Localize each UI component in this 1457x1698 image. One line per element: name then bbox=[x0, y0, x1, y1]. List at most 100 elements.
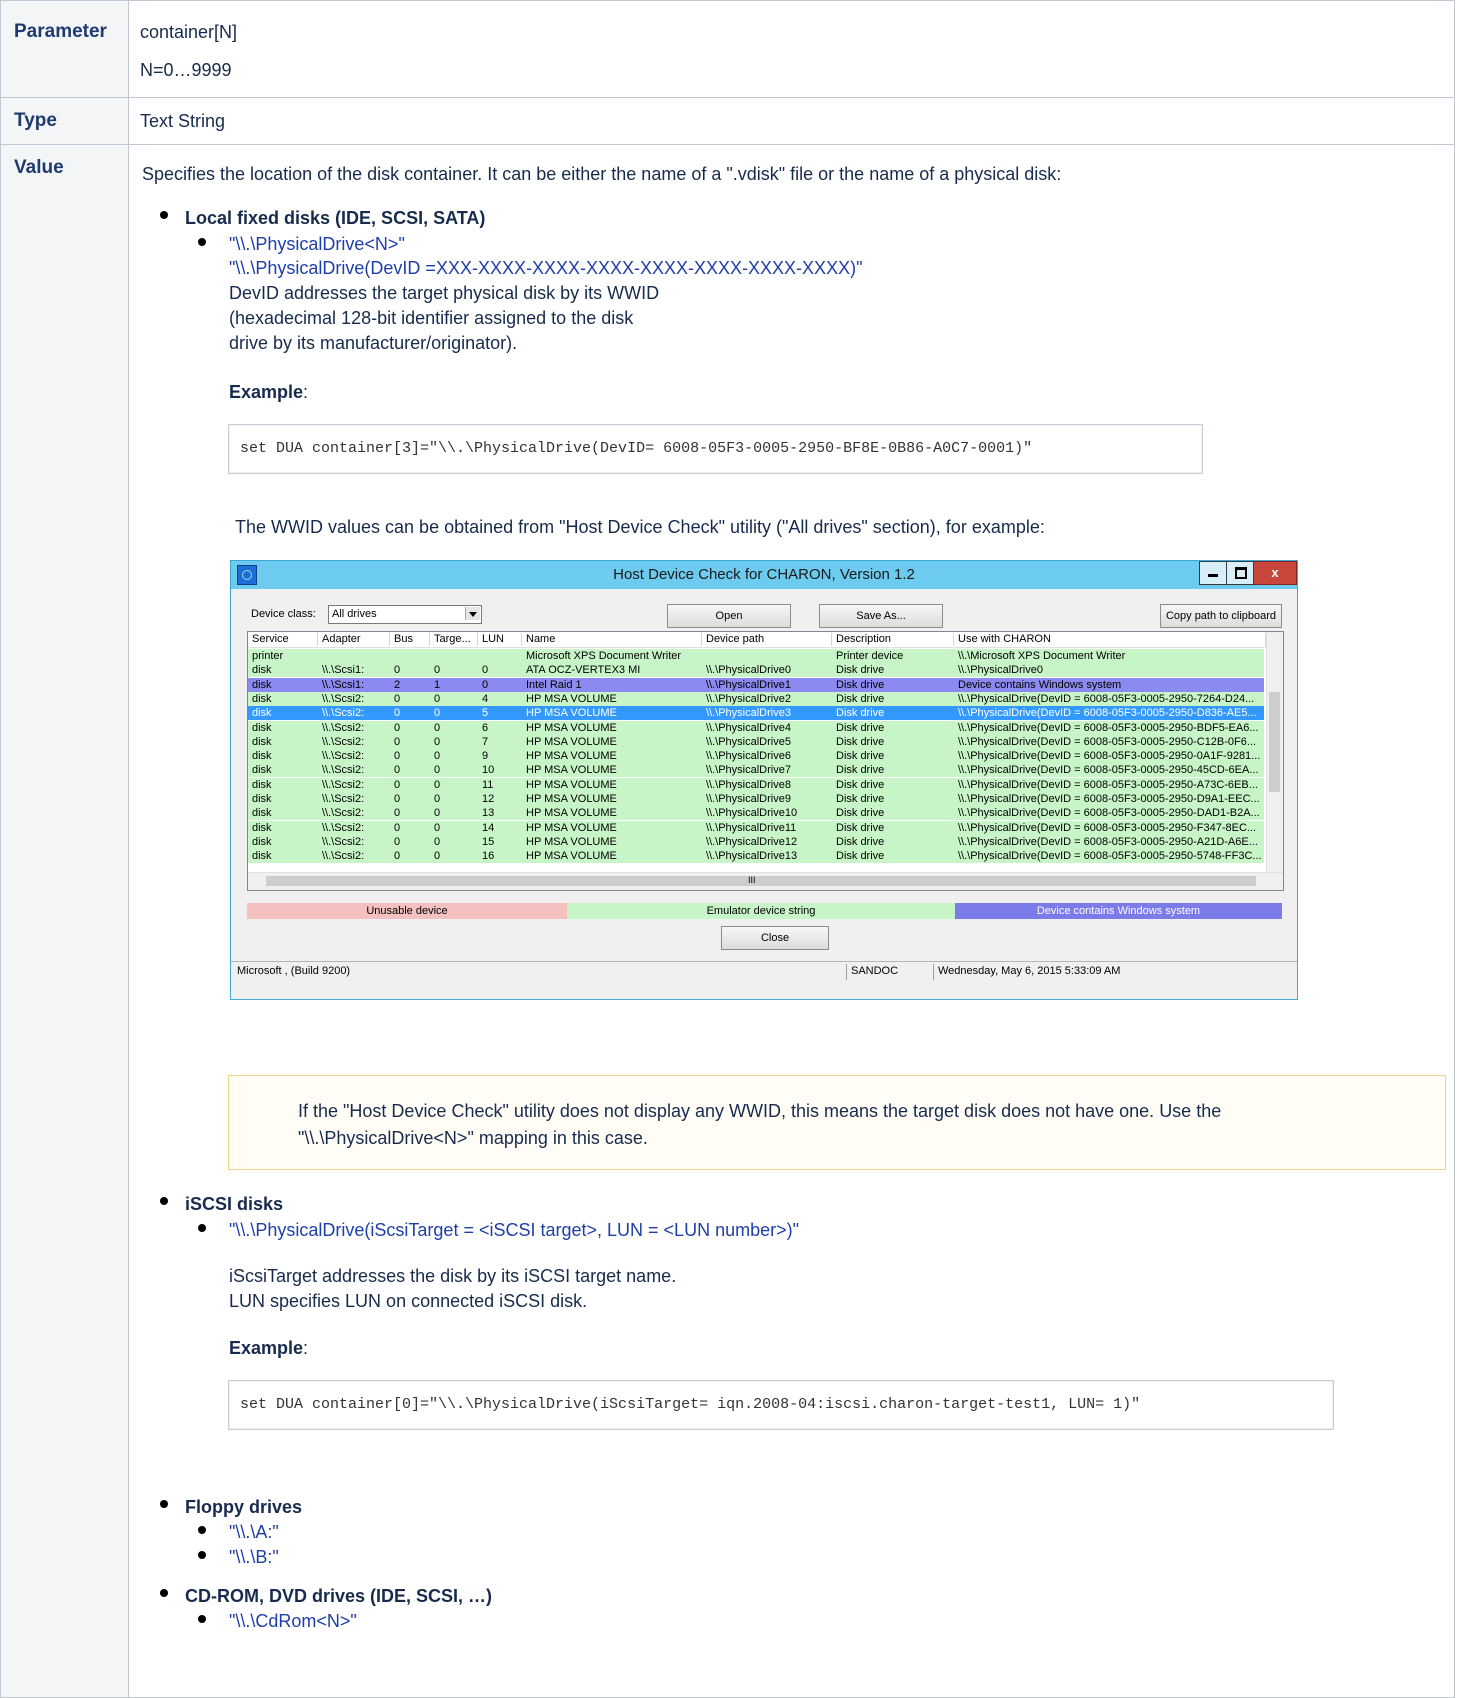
col-lun[interactable]: LUN bbox=[478, 633, 522, 646]
device-list[interactable]: Service Adapter Bus Targe... LUN Name De… bbox=[247, 631, 1284, 891]
table-cell: 0 bbox=[394, 821, 401, 834]
floppy-b-link[interactable]: "\\.\B:" bbox=[229, 1547, 279, 1568]
table-cell: \\.\Scsi2: bbox=[322, 821, 365, 834]
device-class-select[interactable]: All drives bbox=[328, 605, 482, 624]
table-row[interactable]: printer Microsoft XPS Document Writer Prin… bbox=[248, 649, 1264, 663]
devid-desc-2: (hexadecimal 128-bit identifier assigned… bbox=[229, 308, 634, 328]
table-cell: disk bbox=[252, 793, 272, 805]
table-cell: \\.\Scsi2: bbox=[322, 807, 365, 820]
bullet-iscsi bbox=[160, 1197, 168, 1205]
table-cell: 6 bbox=[482, 721, 489, 734]
table-cell: 13 bbox=[482, 807, 495, 820]
close-button[interactable]: Close bbox=[721, 926, 829, 950]
vertical-scrollbar[interactable] bbox=[1266, 632, 1283, 872]
table-cell: 0 bbox=[482, 664, 489, 677]
table-cell: HP MSA VOLUME bbox=[526, 835, 617, 848]
table-row[interactable]: disk \\.\Scsi2: 0 0 4 HP MSA VOLUME \\.\Physic… bbox=[248, 691, 1264, 706]
table-cell: 0 bbox=[434, 764, 441, 777]
table-cell: 0 bbox=[394, 793, 401, 805]
table-row[interactable]: disk \\.\Scsi1: 0 0 0 ATA OCZ-VERTEX3 MI \\.\P… bbox=[248, 663, 1264, 678]
table-cell: 0 bbox=[434, 692, 441, 705]
table-row[interactable]: disk \\.\Scsi2: 0 0 14 HP MSA VOLUME \\.\Physi… bbox=[248, 820, 1264, 835]
table-cell: 0 bbox=[434, 778, 441, 791]
device-class-label: Device class: bbox=[251, 608, 316, 620]
devid-desc-1: DevID addresses the target physical disk… bbox=[229, 283, 660, 303]
bullet-floppy bbox=[160, 1500, 168, 1508]
table-row[interactable]: disk \\.\Scsi2: 0 0 15 HP MSA VOLUME \\.\Physi… bbox=[248, 834, 1264, 849]
cdrom-link[interactable]: "\\.\CdRom<N>" bbox=[229, 1611, 357, 1632]
parameter-header-cell: Parameter bbox=[0, 0, 129, 98]
col-name[interactable]: Name bbox=[522, 633, 702, 646]
table-row[interactable]: disk \\.\Scsi2: 0 0 11 HP MSA VOLUME \\.\Physi… bbox=[248, 777, 1264, 792]
physicaldrive-devid-link[interactable]: "\\.\PhysicalDrive(DevID =XXX-XXXX-XXXX-… bbox=[229, 258, 862, 279]
maximize-button[interactable] bbox=[1226, 561, 1254, 585]
info-note: If the "Host Device Check" utility does … bbox=[228, 1075, 1446, 1170]
col-service[interactable]: Service bbox=[248, 633, 318, 646]
horizontal-scroll-thumb[interactable] bbox=[266, 876, 1256, 886]
table-row[interactable]: disk \\.\Scsi2: 0 0 10 HP MSA VOLUME \\.\Physi… bbox=[248, 763, 1264, 778]
table-cell: HP MSA VOLUME bbox=[526, 735, 617, 748]
table-cell: 0 bbox=[434, 821, 441, 834]
table-row[interactable]: disk \\.\Scsi2: 0 0 6 HP MSA VOLUME \\.\Physic… bbox=[248, 720, 1264, 735]
table-cell: 4 bbox=[482, 692, 489, 705]
value-header: Value bbox=[14, 157, 64, 178]
window-title-bar: Host Device Check for CHARON, Version 1.… bbox=[231, 561, 1297, 589]
copy-path-button[interactable]: Copy path to clipboard bbox=[1160, 604, 1282, 628]
table-cell: Disk drive bbox=[836, 821, 885, 834]
table-cell: 7 bbox=[482, 735, 489, 748]
table-cell: \\.\PhysicalDrive(DevID = 6008-05F3-0005… bbox=[958, 807, 1260, 820]
devid-desc-3: drive by its manufacturer/originator). bbox=[229, 333, 518, 353]
table-cell: disk bbox=[252, 835, 272, 848]
iscsi-physicaldrive-link[interactable]: "\\.\PhysicalDrive(iScsiTarget = <iSCSI … bbox=[229, 1220, 799, 1241]
table-row[interactable]: disk \\.\Scsi2: 0 0 9 HP MSA VOLUME \\.\Physic… bbox=[248, 749, 1264, 764]
table-cell: 0 bbox=[482, 678, 489, 691]
bullet-iscsi-link bbox=[198, 1224, 206, 1232]
bullet-floppy-a bbox=[198, 1526, 206, 1534]
table-cell: \\.\PhysicalDrive3 bbox=[706, 707, 791, 720]
col-adapter[interactable]: Adapter bbox=[318, 633, 390, 646]
open-button[interactable]: Open bbox=[667, 604, 791, 628]
code-iscsi: set DUA container[0]="\\.\PhysicalDrive(… bbox=[240, 1396, 1141, 1413]
window-close-button[interactable]: x bbox=[1253, 561, 1297, 585]
table-cell: Microsoft XPS Document Writer bbox=[526, 650, 682, 662]
legend-emulator: Emulator device string bbox=[567, 903, 955, 919]
save-as-button[interactable]: Save As... bbox=[819, 604, 943, 628]
col-device-path[interactable]: Device path bbox=[702, 633, 832, 646]
table-cell: \\.\PhysicalDrive0 bbox=[958, 664, 1043, 677]
floppy-a-link[interactable]: "\\.\A:" bbox=[229, 1522, 279, 1543]
horizontal-scrollbar[interactable]: III bbox=[248, 872, 1283, 890]
minimize-button[interactable] bbox=[1199, 561, 1227, 585]
col-description[interactable]: Description bbox=[832, 633, 954, 646]
bullet-cdrom bbox=[160, 1589, 168, 1597]
table-cell: Disk drive bbox=[836, 764, 885, 777]
scroll-grip-icon: III bbox=[748, 875, 756, 885]
local-disks-heading: Local fixed disks (IDE, SCSI, SATA) bbox=[185, 208, 486, 228]
table-cell: \\.\PhysicalDrive1 bbox=[706, 678, 791, 691]
table-row[interactable]: disk \\.\Scsi2: 0 0 5 HP MSA VOLUME \\.\Physic… bbox=[248, 706, 1264, 721]
col-bus[interactable]: Bus bbox=[390, 633, 430, 646]
table-cell: Disk drive bbox=[836, 807, 885, 820]
table-row[interactable]: disk \\.\Scsi2: 0 0 16 HP MSA VOLUME \\.\Physi… bbox=[248, 849, 1264, 864]
col-target[interactable]: Targe... bbox=[430, 633, 478, 646]
table-cell: 15 bbox=[482, 835, 495, 848]
table-cell: \\.\PhysicalDrive6 bbox=[706, 750, 791, 763]
table-row[interactable]: disk \\.\Scsi2: 0 0 13 HP MSA VOLUME \\.\Physi… bbox=[248, 806, 1264, 821]
table-row[interactable]: disk \\.\Scsi2: 0 0 7 HP MSA VOLUME \\.\Physic… bbox=[248, 734, 1264, 749]
table-cell: HP MSA VOLUME bbox=[526, 692, 617, 705]
iscsi-desc-1: iScsiTarget addresses the disk by its iS… bbox=[229, 1266, 677, 1286]
table-cell: 0 bbox=[434, 707, 441, 720]
col-use-with-charon[interactable]: Use with CHARON bbox=[954, 633, 1266, 646]
table-cell: 0 bbox=[434, 721, 441, 734]
table-row[interactable]: disk \\.\Scsi1: 2 1 0 Intel Raid 1 \\.\Physica… bbox=[248, 677, 1264, 692]
physicaldrive-n-link[interactable]: "\\.\PhysicalDrive<N>" bbox=[229, 234, 405, 255]
type-value: Text String bbox=[140, 111, 226, 131]
wwid-note: The WWID values can be obtained from "Ho… bbox=[235, 517, 1045, 537]
table-cell: disk bbox=[252, 735, 272, 748]
table-cell: \\.\PhysicalDrive(DevID = 6008-05F3-0005… bbox=[958, 793, 1260, 805]
vertical-scroll-thumb[interactable] bbox=[1269, 692, 1280, 792]
cdrom-heading: CD-ROM, DVD drives (IDE, SCSI, …) bbox=[185, 1586, 493, 1606]
table-cell: 14 bbox=[482, 821, 495, 834]
table-cell: \\.\PhysicalDrive5 bbox=[706, 735, 791, 748]
table-row[interactable]: disk \\.\Scsi2: 0 0 12 HP MSA VOLUME \\.\Physi… bbox=[248, 792, 1264, 806]
parameter-range: N=0…9999 bbox=[140, 60, 232, 80]
